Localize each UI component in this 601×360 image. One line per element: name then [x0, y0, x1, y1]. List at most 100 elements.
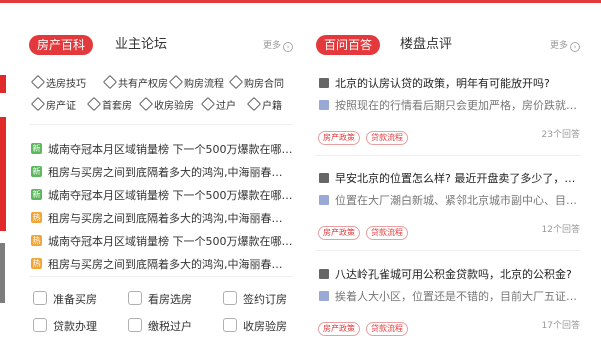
tab-qa[interactable]: 百问百答: [316, 35, 381, 55]
qa-tag[interactable]: 房产政策: [318, 322, 360, 336]
answer-count: 12个回答: [541, 225, 580, 235]
tag-item[interactable]: 选房技巧: [30, 74, 86, 90]
more-label: 更多: [549, 41, 568, 51]
service-inspection[interactable]: 收房验房: [223, 318, 287, 334]
service-contract[interactable]: 签约订房: [223, 291, 287, 307]
tag-icon: [138, 96, 154, 112]
hot-badge: 热: [31, 258, 42, 269]
tag-item[interactable]: 房产证: [30, 96, 76, 112]
service-label: 贷款办理: [53, 320, 97, 333]
news-item[interactable]: 热租房与买房之间到底隔着多大的鸿沟,中海丽春湖墅...: [29, 254, 293, 276]
service-label: 准备买房: [53, 293, 97, 306]
tag-icon: [200, 96, 216, 112]
side-banner-edge: [0, 117, 6, 231]
news-item[interactable]: 热城南夺冠本月区域销量榜 下一个500万爆款在哪里...: [29, 231, 293, 253]
tag-icon: [246, 96, 262, 112]
qa-tag[interactable]: 房产政策: [318, 226, 360, 240]
answer-icon: [319, 291, 329, 301]
qa-tags: 房产政策 贷款流程: [318, 316, 414, 336]
tag-label: 购房流程: [184, 79, 224, 90]
qa-tag[interactable]: 贷款流程: [366, 322, 408, 336]
answer-text: 挨着人大小区，位置还是不错的，目前大厂五证齐...: [335, 290, 580, 303]
chevron-right-icon: ›: [283, 42, 293, 52]
news-title: 城南夺冠本月区域销量榜 下一个500万爆款在哪里...: [48, 235, 293, 248]
new-badge: 新: [31, 166, 42, 177]
news-title: 城南夺冠本月区域销量榜 下一个500万爆款在哪里...: [48, 143, 293, 156]
answer-count: 17个回答: [541, 321, 580, 331]
handshake-icon: [223, 291, 237, 305]
divider: [316, 155, 580, 156]
service-label: 签约订房: [243, 293, 287, 306]
news-item[interactable]: 新城南夺冠本月区域销量榜 下一个500万爆款在哪里...: [29, 185, 293, 207]
tag-item[interactable]: 共有产权房: [102, 74, 168, 90]
tag-item[interactable]: 户籍: [246, 96, 282, 112]
qa-tags: 房产政策 贷款流程: [318, 125, 414, 145]
answer-icon: [319, 195, 329, 205]
tag-icon: [86, 96, 102, 112]
tab-property-reviews[interactable]: 楼盘点评: [400, 35, 452, 55]
chevron-right-icon: ›: [570, 42, 580, 52]
qa-tag[interactable]: 贷款流程: [366, 226, 408, 240]
service-label: 收房验房: [243, 320, 287, 333]
service-prepare[interactable]: 准备买房: [33, 291, 97, 307]
new-badge: 新: [31, 189, 42, 200]
question-text: 八达岭孔雀城可用公积金贷款吗，北京的公积金?: [335, 268, 572, 281]
news-title: 租房与买房之间到底隔着多大的鸿沟,中海丽春湖墅...: [48, 212, 293, 225]
service-label: 看房选房: [148, 293, 192, 306]
question-line[interactable]: 北京的认房认贷的政策，明年有可能放开吗?: [316, 75, 580, 93]
service-viewing[interactable]: 看房选房: [128, 291, 192, 307]
tag-item[interactable]: 购房流程: [168, 74, 224, 90]
tag-icon: [102, 74, 118, 90]
side-image-edge: [0, 243, 5, 303]
hot-badge: 热: [31, 212, 42, 223]
tab-encyclopedia[interactable]: 房产百科: [29, 35, 94, 55]
more-link[interactable]: 更多 ›: [550, 38, 580, 52]
tag-label: 户籍: [262, 101, 282, 112]
shield-icon: [223, 318, 237, 332]
tag-item[interactable]: 购房合同: [228, 74, 284, 90]
bank-icon: [33, 318, 47, 332]
more-link[interactable]: 更多 ›: [263, 38, 293, 52]
service-tax[interactable]: 缴税过户: [128, 318, 192, 334]
tag-item[interactable]: 收房验房: [138, 96, 194, 112]
question-icon: [319, 173, 329, 183]
question-text: 早安北京的位置怎么样? 最近开盘卖了多少了，北...: [335, 172, 580, 185]
tag-item[interactable]: 过户: [200, 96, 236, 112]
tag-label: 过户: [216, 101, 236, 112]
hot-badge: 热: [31, 235, 42, 246]
tag-icon: [30, 74, 46, 90]
eye-icon: [128, 291, 142, 305]
news-item[interactable]: 新租房与买房之间到底隔着多大的鸿沟,中海丽春湖墅...: [29, 162, 293, 184]
news-title: 租房与买房之间到底隔着多大的鸿沟,中海丽春湖墅...: [48, 258, 293, 271]
qa-tabs: 百问百答 楼盘点评 更多 ›: [316, 35, 580, 55]
answer-icon: [319, 100, 329, 110]
tag-item[interactable]: 首套房: [86, 96, 132, 112]
tag-label: 首套房: [102, 101, 132, 112]
qa-tag[interactable]: 房产政策: [318, 131, 360, 145]
question-text: 北京的认房认贷的政策，明年有可能放开吗?: [335, 77, 550, 90]
answer-text: 位置在大厂潮白新城、紧邻北京城市副中心、目前...: [335, 194, 580, 207]
qa-tag[interactable]: 贷款流程: [366, 131, 408, 145]
side-banner-edge: [0, 75, 6, 93]
answer-line: 挨着人大小区，位置还是不错的，目前大厂五证齐...: [316, 288, 580, 306]
tab-owner-forum[interactable]: 业主论坛: [115, 35, 167, 55]
tag-label: 选房技巧: [46, 79, 86, 90]
tag-icon: [168, 74, 184, 90]
service-loan[interactable]: 贷款办理: [33, 318, 97, 334]
tag-icon: [30, 96, 46, 112]
divider: [29, 276, 293, 277]
tag-label: 共有产权房: [118, 79, 168, 90]
tag-icon: [228, 74, 244, 90]
question-line[interactable]: 早安北京的位置怎么样? 最近开盘卖了多少了，北...: [316, 170, 580, 188]
new-badge: 新: [31, 143, 42, 154]
news-item[interactable]: 热租房与买房之间到底隔着多大的鸿沟,中海丽春湖墅...: [29, 208, 293, 230]
question-icon: [319, 269, 329, 279]
top-accent-line: [0, 0, 601, 3]
tag-label: 购房合同: [244, 79, 284, 90]
tag-label: 收房验房: [154, 101, 194, 112]
question-line[interactable]: 八达岭孔雀城可用公积金贷款吗，北京的公积金?: [316, 266, 580, 284]
news-item[interactable]: 新城南夺冠本月区域销量榜 下一个500万爆款在哪里...: [29, 139, 293, 161]
qa-tags: 房产政策 贷款流程: [318, 220, 414, 240]
divider: [316, 250, 580, 251]
answer-text: 按照现在的行情看后期只会更加严格，房价跌就开...: [335, 99, 580, 112]
